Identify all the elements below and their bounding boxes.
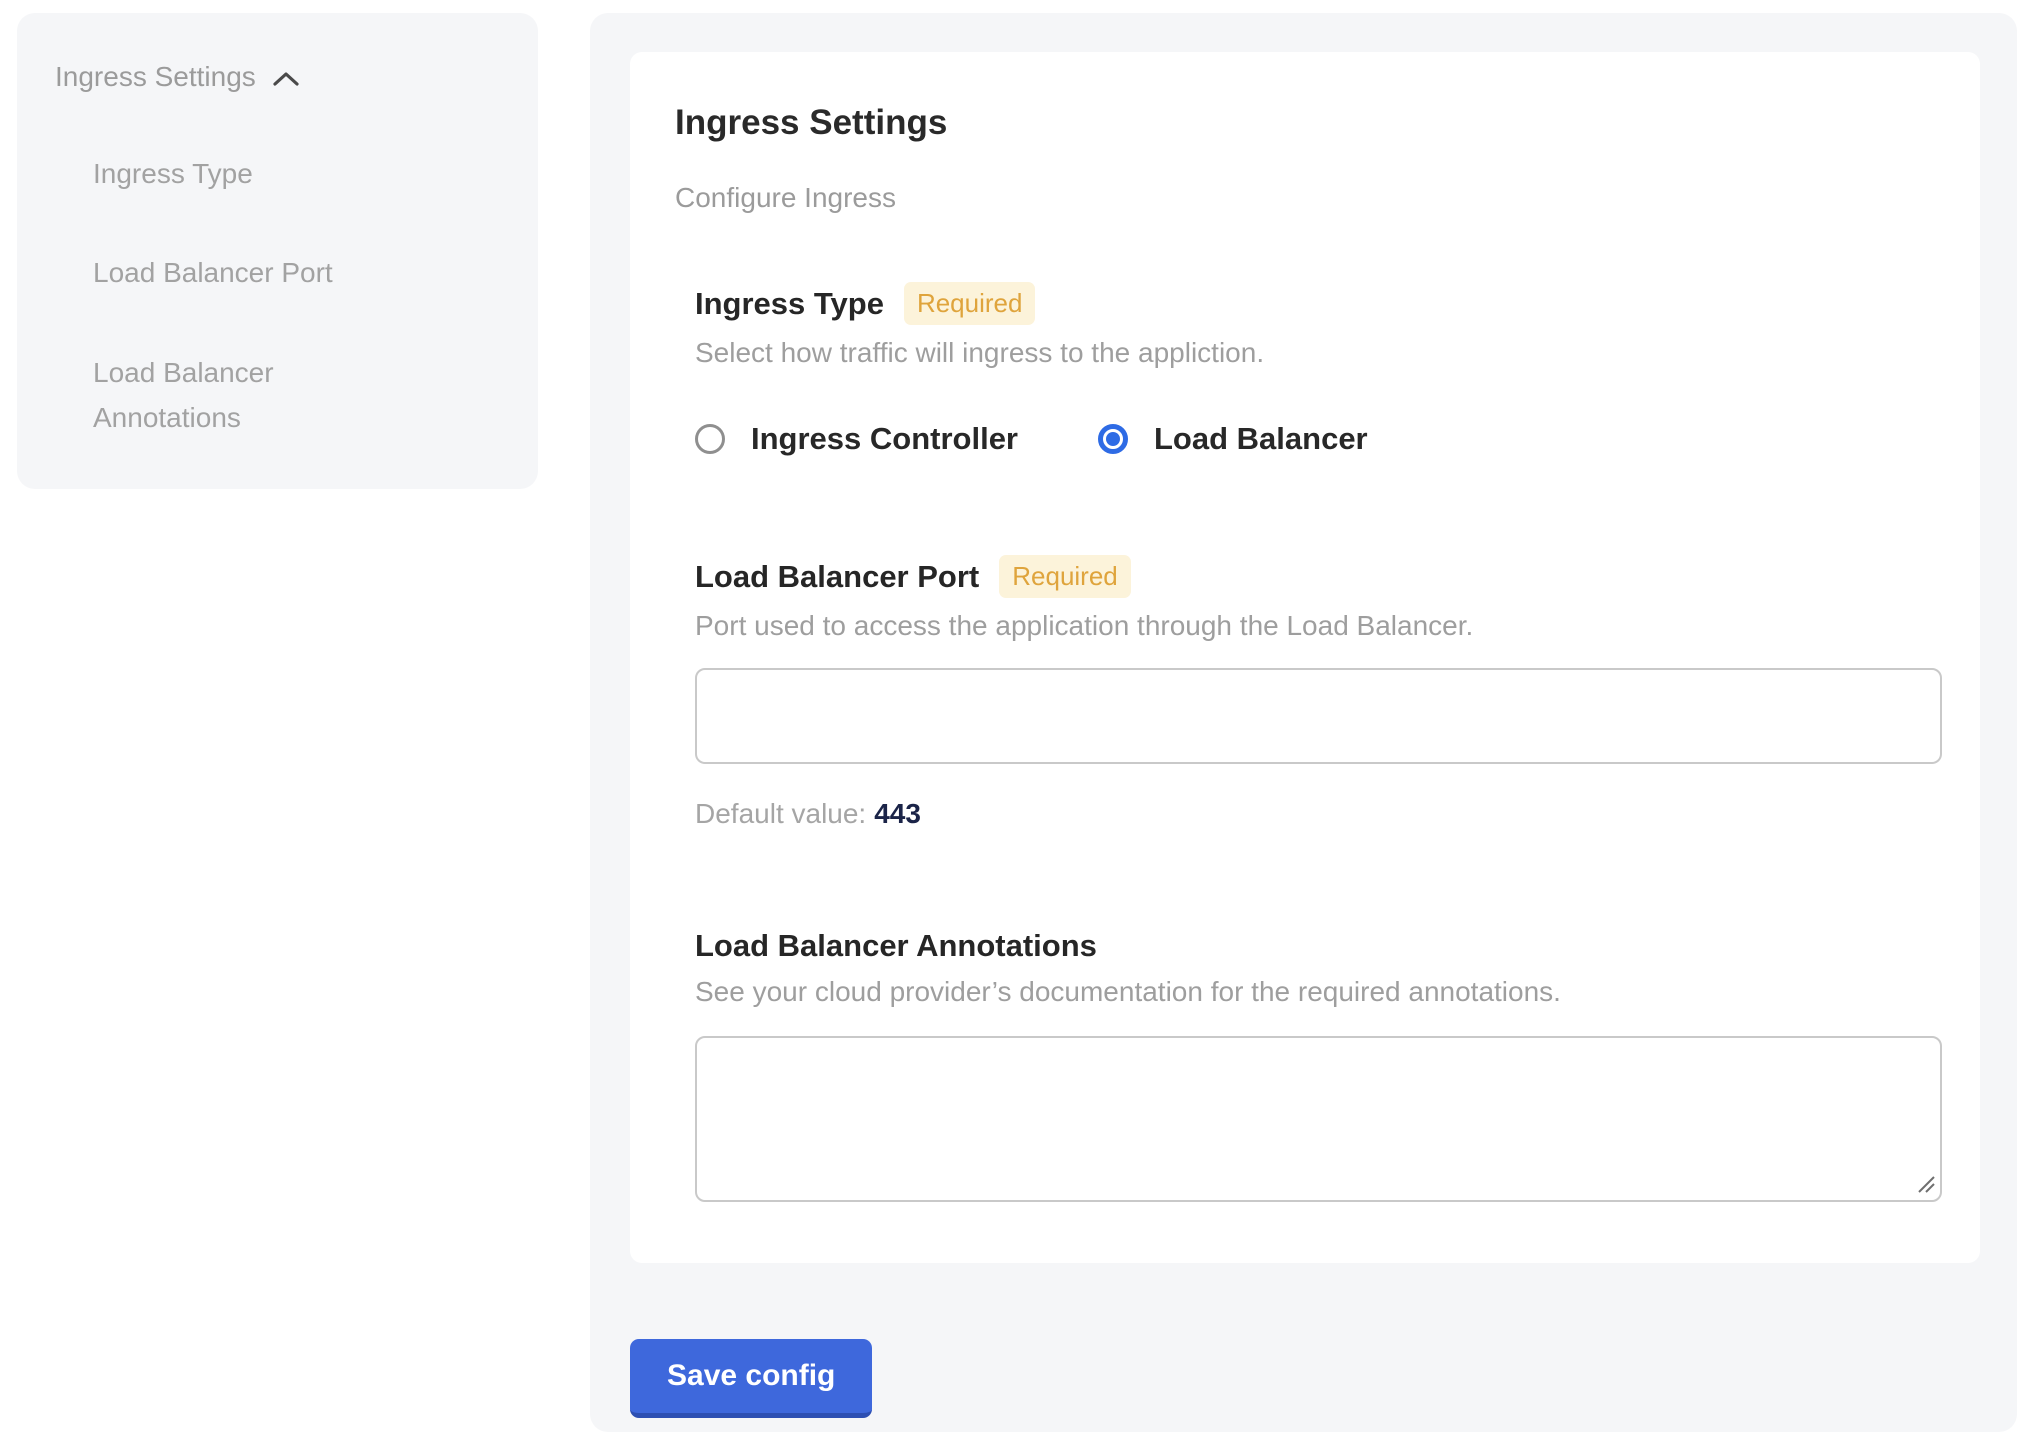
lb-annotations-description: See your cloud provider’s documentation … [695, 976, 1935, 1008]
radio-load-balancer[interactable]: Load Balancer [1098, 421, 1368, 457]
radio-circle-icon[interactable] [1098, 424, 1128, 454]
radio-ingress-controller-label: Ingress Controller [751, 421, 1018, 457]
resize-grip-icon[interactable] [1915, 1173, 1937, 1195]
ingress-type-label: Ingress Type [695, 286, 884, 322]
field-load-balancer-port: Load Balancer Port Required Port used to… [695, 555, 1935, 830]
radio-load-balancer-label: Load Balancer [1154, 421, 1368, 457]
lb-port-label: Load Balancer Port [695, 559, 979, 595]
lb-annotations-textarea[interactable] [695, 1036, 1942, 1202]
default-value-label: Default value: [695, 798, 866, 829]
settings-sidebar: Ingress Settings Ingress Type Load Balan… [17, 13, 538, 489]
sidebar-item-load-balancer-port[interactable]: Load Balancer Port [93, 250, 393, 295]
sidebar-item-list: Ingress Type Load Balancer Port Load Bal… [55, 151, 502, 440]
radio-circle-icon[interactable] [695, 424, 725, 454]
radio-ingress-controller[interactable]: Ingress Controller [695, 421, 1018, 457]
required-badge: Required [904, 282, 1036, 325]
main-panel: Ingress Settings Configure Ingress Ingre… [590, 13, 2017, 1432]
save-config-button[interactable]: Save config [630, 1339, 872, 1418]
default-value: 443 [874, 798, 921, 829]
required-badge: Required [999, 555, 1131, 598]
lb-port-description: Port used to access the application thro… [695, 610, 1935, 642]
ingress-type-radio-group: Ingress Controller Load Balancer [695, 421, 1935, 457]
sidebar-section-ingress-settings[interactable]: Ingress Settings [55, 61, 502, 93]
lb-port-input[interactable] [695, 668, 1942, 764]
ingress-settings-card: Ingress Settings Configure Ingress Ingre… [630, 52, 1980, 1263]
lb-annotations-label: Load Balancer Annotations [695, 928, 1097, 964]
chevron-up-icon [272, 70, 300, 88]
ingress-type-description: Select how traffic will ingress to the a… [695, 337, 1935, 369]
field-ingress-type: Ingress Type Required Select how traffic… [695, 282, 1935, 457]
sidebar-item-ingress-type[interactable]: Ingress Type [93, 151, 393, 196]
page-title: Ingress Settings [675, 102, 1935, 144]
sidebar-section-label: Ingress Settings [55, 61, 256, 93]
lb-port-default-line: Default value: 443 [695, 798, 1935, 830]
field-load-balancer-annotations: Load Balancer Annotations See your cloud… [695, 928, 1935, 1202]
page-subtitle: Configure Ingress [675, 182, 1935, 214]
sidebar-item-load-balancer-annotations[interactable]: Load Balancer Annotations [93, 350, 393, 441]
